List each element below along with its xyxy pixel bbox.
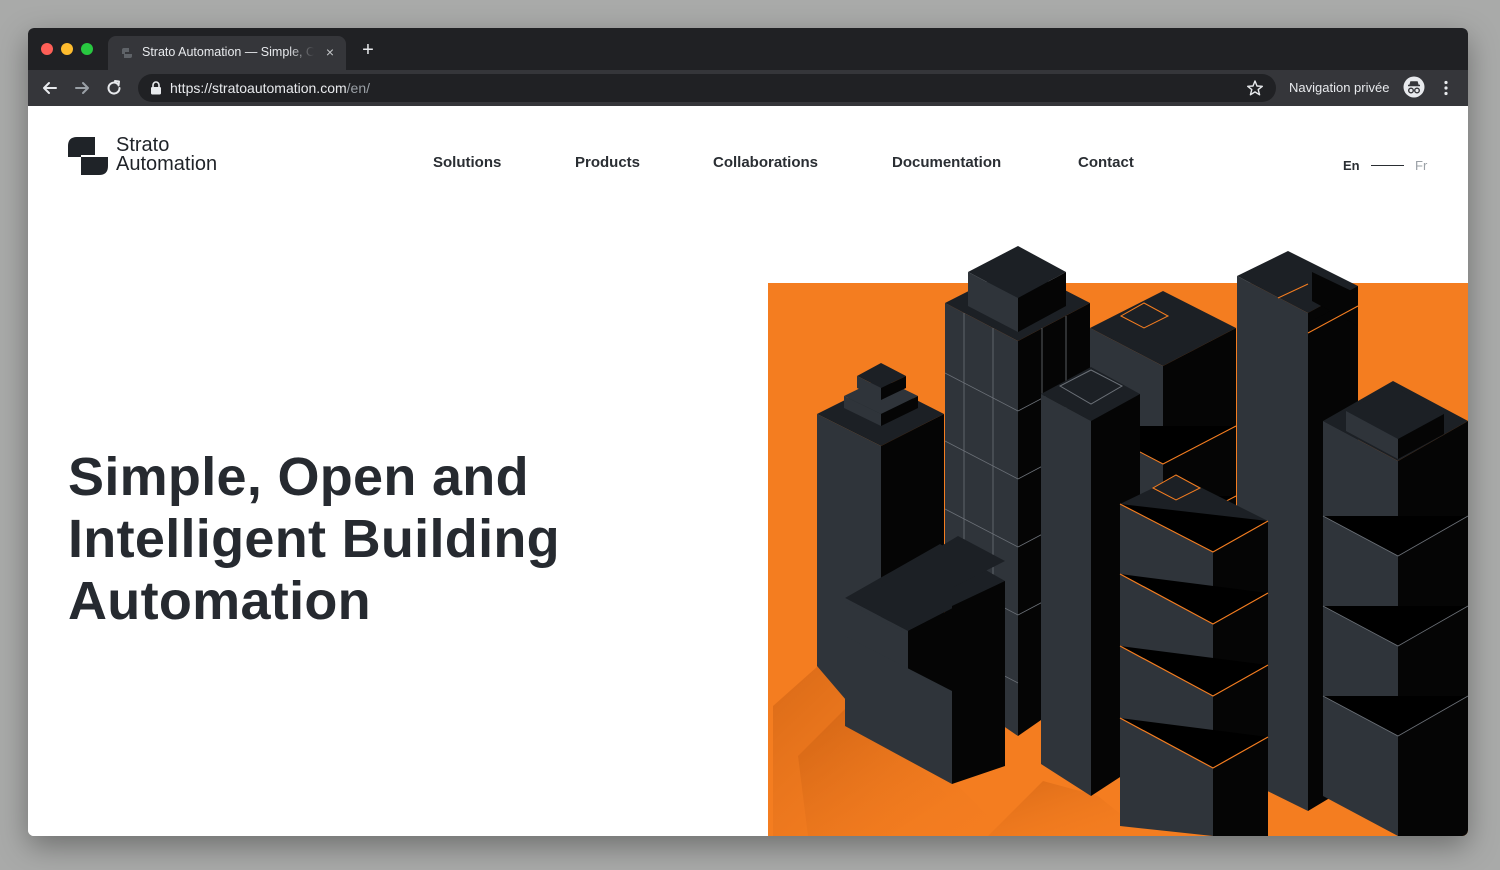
nav-products[interactable]: Products: [575, 154, 640, 171]
tab-title: Strato Automation — Simple, Open and Int…: [142, 45, 314, 59]
address-bar[interactable]: https://stratoautomation.com/en/: [138, 74, 1276, 102]
minimize-window-button[interactable]: [61, 43, 73, 55]
lang-en-link[interactable]: En: [1343, 158, 1360, 173]
hero-title: Simple, Open and Intelligent Building Au…: [68, 447, 560, 631]
logo-text-automation: Automation: [116, 153, 218, 175]
web-page: Strato Automation Solutions Products Col…: [28, 106, 1468, 836]
forward-arrow-icon[interactable]: [72, 78, 92, 98]
incognito-icon[interactable]: [1403, 76, 1425, 98]
bookmark-star-icon[interactable]: [1246, 79, 1264, 97]
url-path: /en/: [346, 80, 370, 96]
incognito-label[interactable]: Navigation privée: [1289, 80, 1389, 95]
nav-collaborations[interactable]: Collaborations: [713, 154, 818, 171]
nav-documentation[interactable]: Documentation: [892, 154, 1001, 171]
reload-icon[interactable]: [104, 78, 124, 98]
close-window-button[interactable]: [41, 43, 53, 55]
kebab-menu-icon[interactable]: [1436, 78, 1456, 98]
lang-fr-link[interactable]: Fr: [1415, 158, 1427, 173]
strato-logo-icon: [68, 137, 108, 175]
browser-tab[interactable]: Strato Automation — Simple, Open and Int…: [108, 36, 346, 70]
maximize-window-button[interactable]: [81, 43, 93, 55]
isometric-buildings-illustration: [768, 246, 1468, 836]
browser-titlebar: Strato Automation — Simple, Open and Int…: [28, 28, 1468, 70]
back-arrow-icon[interactable]: [40, 78, 60, 98]
new-tab-button[interactable]: +: [358, 40, 378, 60]
site-favicon-icon: [122, 48, 132, 58]
browser-window: Strato Automation — Simple, Open and Int…: [28, 28, 1468, 836]
url-host: https://stratoautomation.com: [170, 80, 347, 96]
lock-icon: [151, 81, 161, 95]
nav-solutions[interactable]: Solutions: [433, 154, 501, 171]
site-logo[interactable]: Strato Automation: [68, 134, 238, 178]
tab-close-icon[interactable]: ×: [322, 44, 338, 60]
nav-contact[interactable]: Contact: [1078, 154, 1134, 171]
browser-toolbar: https://stratoautomation.com/en/ Navigat…: [28, 70, 1468, 106]
url-text: https://stratoautomation.com/en/: [170, 80, 370, 96]
lang-switch-line: [1371, 165, 1404, 166]
